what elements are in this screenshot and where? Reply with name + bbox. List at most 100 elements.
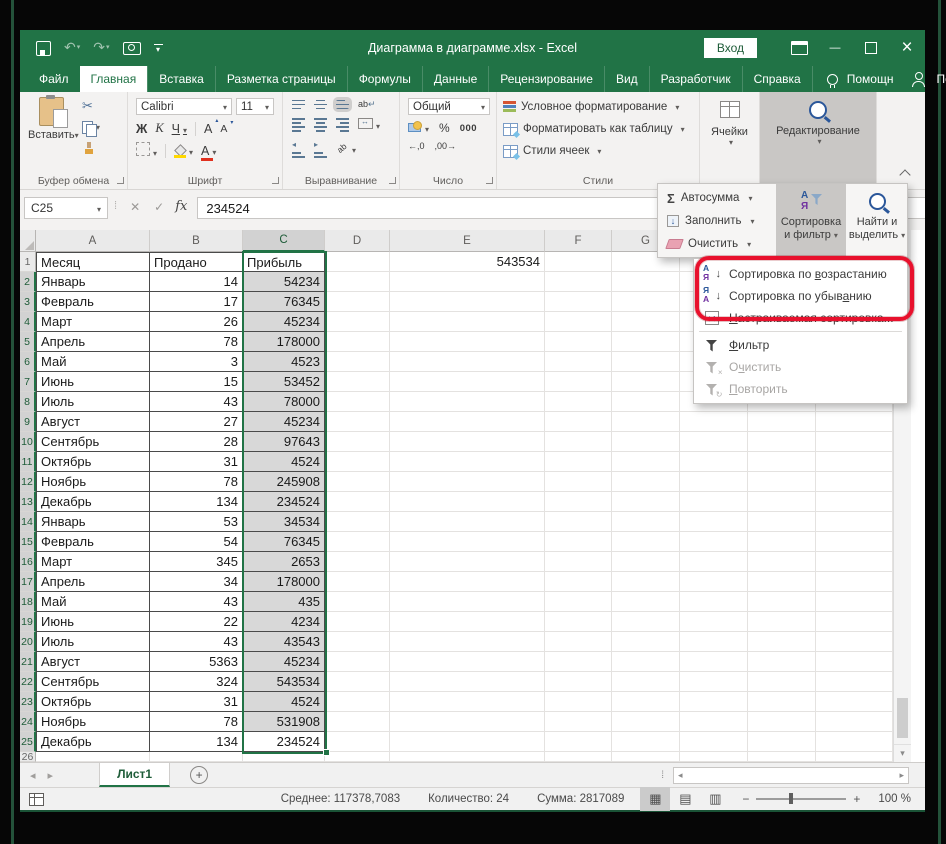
font-size-select[interactable]: 11 (236, 98, 274, 115)
cell-x14[interactable] (748, 512, 816, 532)
cell-A13[interactable]: Декабрь (36, 492, 150, 512)
decrease-decimal-button[interactable]: ,00→ (435, 141, 457, 151)
cell-A1[interactable]: Месяц (36, 252, 150, 272)
cell-G23[interactable] (612, 692, 680, 712)
cell-x12[interactable] (816, 472, 893, 492)
cell-A15[interactable]: Февраль (36, 532, 150, 552)
cell-D2[interactable] (325, 272, 390, 292)
cell-B19[interactable]: 22 (150, 612, 243, 632)
merge-center-button[interactable] (358, 116, 380, 134)
cell-D22[interactable] (325, 672, 390, 692)
cell-G10[interactable] (612, 432, 680, 452)
cell-x11[interactable] (816, 452, 893, 472)
collapse-ribbon-icon[interactable] (899, 169, 911, 181)
cell-x10[interactable] (680, 432, 748, 452)
cell-x25[interactable] (816, 732, 893, 752)
orientation-button[interactable] (336, 140, 356, 158)
cell-E21[interactable] (390, 652, 545, 672)
cell-x19[interactable] (748, 612, 816, 632)
row-header-24[interactable]: 24 (20, 712, 36, 732)
clear-button[interactable]: Очистить (665, 235, 751, 253)
row-header-8[interactable]: 8 (20, 392, 36, 412)
cell-E11[interactable] (390, 452, 545, 472)
cell-E3[interactable] (390, 292, 545, 312)
cell-x20[interactable] (680, 632, 748, 652)
cell-x13[interactable] (816, 492, 893, 512)
cell-B25[interactable]: 134 (150, 732, 243, 752)
name-box[interactable]: C25 (24, 197, 108, 219)
font-name-select[interactable]: Calibri (136, 98, 232, 115)
accounting-format-button[interactable] (408, 121, 429, 135)
cell-A5[interactable]: Апрель (36, 332, 150, 352)
cell-G19[interactable] (612, 612, 680, 632)
cell-F12[interactable] (545, 472, 612, 492)
paste-button[interactable]: Вставить (28, 95, 79, 141)
select-all-corner[interactable] (20, 230, 36, 252)
cell[interactable] (243, 752, 325, 762)
cell-B6[interactable]: 3 (150, 352, 243, 372)
cell-E6[interactable] (390, 352, 545, 372)
row-header-18[interactable]: 18 (20, 592, 36, 612)
increase-indent-button[interactable] (314, 140, 327, 158)
cell-x17[interactable] (816, 572, 893, 592)
cell-A20[interactable]: Июль (36, 632, 150, 652)
ribbon-tab-2[interactable]: Вставка (147, 66, 215, 92)
menu-item-sort-asc[interactable]: А Я ↓ Сортировка по возрастанию (694, 263, 907, 285)
cell-B24[interactable]: 78 (150, 712, 243, 732)
cell-E23[interactable] (390, 692, 545, 712)
menu-item-custom-sort[interactable]: ↓↑ Настраиваемая сортировка... (694, 307, 907, 329)
cell-C7[interactable]: 53452 (243, 372, 325, 392)
cell-x18[interactable] (748, 592, 816, 612)
sign-in-button[interactable]: Вход (703, 38, 757, 58)
menu-item-sort-desc[interactable]: Я А ↓ Сортировка по убыванию (694, 285, 907, 307)
wrap-text-button[interactable]: ab (358, 99, 376, 110)
cell-F1[interactable] (545, 252, 612, 272)
cell-G14[interactable] (612, 512, 680, 532)
cell-F16[interactable] (545, 552, 612, 572)
align-center-button[interactable] (314, 118, 327, 132)
cell-E2[interactable] (390, 272, 545, 292)
undo-button[interactable] (64, 39, 80, 57)
zoom-level[interactable]: 100 % (878, 793, 911, 805)
cell-F22[interactable] (545, 672, 612, 692)
cell-B3[interactable]: 17 (150, 292, 243, 312)
cell-C3[interactable]: 76345 (243, 292, 325, 312)
cell-A9[interactable]: Август (36, 412, 150, 432)
row-header-25[interactable]: 25 (20, 732, 36, 752)
new-sheet-icon[interactable] (190, 766, 209, 784)
cell-G16[interactable] (612, 552, 680, 572)
cell[interactable] (390, 752, 545, 762)
camera-icon[interactable] (122, 41, 141, 55)
ribbon-tab-0[interactable]: Файл (28, 66, 80, 92)
menu-item-filter[interactable]: Фильтр (694, 334, 907, 356)
cell-A11[interactable]: Октябрь (36, 452, 150, 472)
cell-F13[interactable] (545, 492, 612, 512)
cell-D4[interactable] (325, 312, 390, 332)
cell-G17[interactable] (612, 572, 680, 592)
cell-D21[interactable] (325, 652, 390, 672)
column-header-B[interactable]: B (150, 230, 243, 252)
cell-E7[interactable] (390, 372, 545, 392)
cell-G18[interactable] (612, 592, 680, 612)
cell-G3[interactable] (612, 292, 680, 312)
row-header-17[interactable]: 17 (20, 572, 36, 592)
sheet-tab-list1[interactable]: Лист1 (99, 763, 171, 787)
decrease-indent-button[interactable] (292, 140, 305, 158)
close-button[interactable] (889, 30, 925, 66)
cell-E20[interactable] (390, 632, 545, 652)
column-header-E[interactable]: E (390, 230, 545, 252)
ribbon-tab-6[interactable]: Рецензирование (488, 66, 604, 92)
row-header-16[interactable]: 16 (20, 552, 36, 572)
cell-C9[interactable]: 45234 (243, 412, 325, 432)
cell[interactable] (150, 752, 243, 762)
column-header-A[interactable]: A (36, 230, 150, 252)
cell-G4[interactable] (612, 312, 680, 332)
cell-x23[interactable] (748, 692, 816, 712)
cell-x24[interactable] (816, 712, 893, 732)
cell-G20[interactable] (612, 632, 680, 652)
row-header-7[interactable]: 7 (20, 372, 36, 392)
cell-A4[interactable]: Март (36, 312, 150, 332)
row-header-14[interactable]: 14 (20, 512, 36, 532)
editing-button[interactable]: Редактирование (760, 92, 876, 189)
scroll-right-icon[interactable] (899, 770, 904, 781)
